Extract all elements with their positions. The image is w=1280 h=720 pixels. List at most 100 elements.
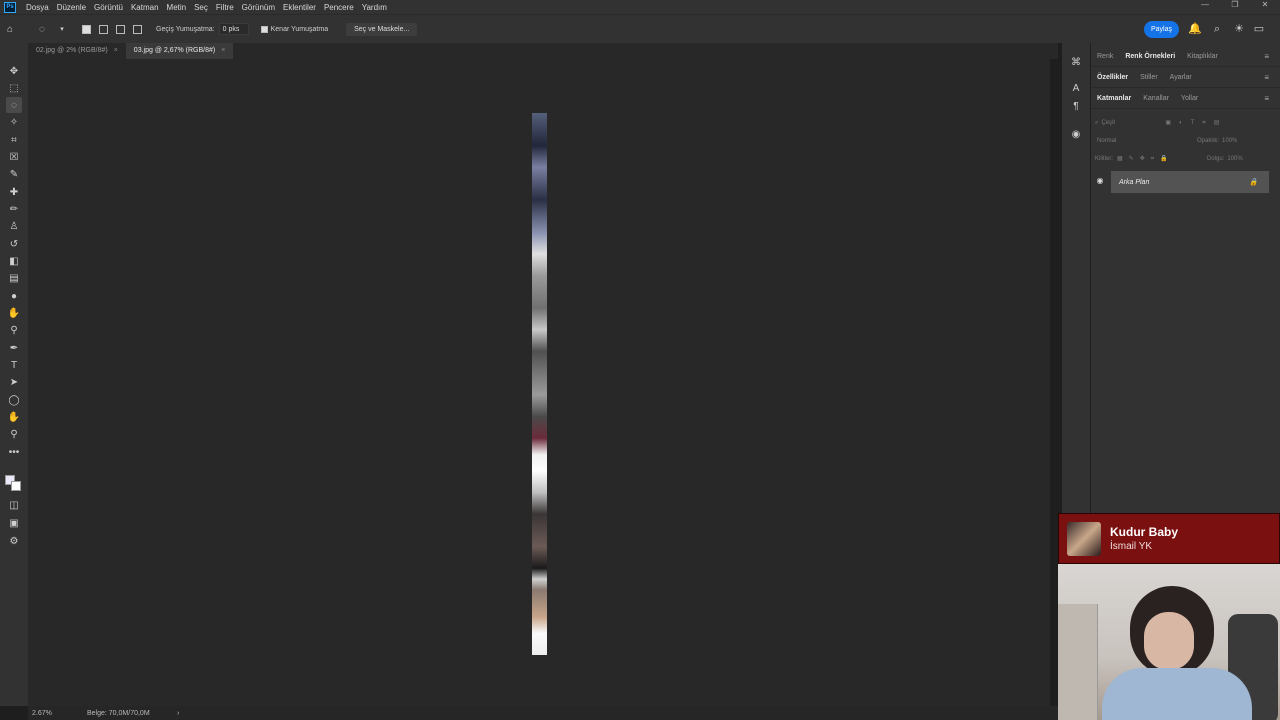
dodge-tool-icon[interactable]: ✋ [6,305,22,321]
share-button[interactable]: Paylaş [1144,21,1179,38]
screen-mode-icon[interactable]: ▣ [6,515,22,531]
menu-metin[interactable]: Metin [163,3,191,12]
paragraph-panel-icon[interactable]: ¶ [1069,101,1083,115]
bell-icon[interactable]: 🔔 [1188,22,1202,36]
menu-sec[interactable]: Seç [190,3,212,12]
panel-icon-strip: ⌘ A ¶ ◉ [1062,43,1090,523]
eye-icon[interactable]: ◉ [1094,176,1106,188]
feather-input[interactable]: 0 pks [218,23,249,35]
select-and-mask-button[interactable]: Seç ve Maskele... [346,22,418,36]
magic-wand-icon[interactable]: ✧ [6,114,22,130]
zoom-tool-icon[interactable]: ⚲ [6,426,22,442]
history-panel-icon[interactable]: ⌘ [1069,57,1083,71]
type-tool-icon[interactable]: T [6,357,22,373]
canvas-area[interactable] [28,59,1050,706]
chevron-down-icon[interactable]: ▾ [54,21,70,37]
menu-gorunum[interactable]: Görünüm [238,3,279,12]
background-color-swatch[interactable] [11,481,21,491]
fill-value[interactable]: 100% [1227,156,1242,162]
home-icon[interactable]: ⌂ [2,21,18,37]
move-tool-icon[interactable]: ✥ [6,63,22,79]
panel-menu-icon[interactable]: ≡ [1258,73,1275,82]
document-image[interactable] [532,113,547,655]
webcam-person-body [1102,668,1252,720]
status-bar: 2.67% Belge: 70,0M/70,0M › [28,706,1058,720]
tab-02-jpg[interactable]: 02.jpg @ 2% (RGB/8#) × [28,43,126,59]
frame-tool-icon[interactable]: ☒ [6,149,22,165]
panel-menu-icon[interactable]: ≡ [1258,52,1275,61]
hand-tool-icon[interactable]: ✋ [6,409,22,425]
close-button[interactable]: ✕ [1250,0,1280,9]
menu-dosya[interactable]: Dosya [22,3,53,12]
filter-icons[interactable]: ▣◐T⌗▤ [1165,119,1227,127]
edit-toolbar-icon[interactable]: ⚙ [6,533,22,549]
tab-yollar[interactable]: Yollar [1175,95,1204,102]
history-brush-icon[interactable]: ↺ [6,236,22,252]
menu-pencere[interactable]: Pencere [320,3,358,12]
lock-row: Kilitler: ▦✎✥⌗🔒 Dolgu: 100% [1095,152,1275,166]
menu-goruntu[interactable]: Görüntü [90,3,127,12]
marquee-tool-icon[interactable]: ⬚ [6,80,22,96]
layer-filter-select[interactable]: Çeşit [1101,120,1161,126]
window-controls: — ❐ ✕ [1190,0,1280,9]
eraser-tool-icon[interactable]: ◧ [6,253,22,269]
layers-panel-tabs: Katmanlar Kanallar Yollar ≡ [1091,89,1280,109]
menu-katman[interactable]: Katman [127,3,163,12]
intersect-selection-icon[interactable] [133,24,142,34]
document-tabs: 02.jpg @ 2% (RGB/8#) × 03.jpg @ 2,67% (RG… [28,43,1058,59]
eyedropper-icon[interactable]: ✎ [6,166,22,182]
pen-tool-icon[interactable]: ✒ [6,340,22,356]
menu-duzenle[interactable]: Düzenle [53,3,90,12]
menu-eklentiler[interactable]: Eklentiler [279,3,320,12]
zoom-level[interactable]: 2.67% [32,710,82,717]
tab-kanallar[interactable]: Kanallar [1137,95,1175,102]
tab-stiller[interactable]: Stiller [1134,74,1164,81]
blur-tool-icon[interactable]: ● [6,288,22,304]
antialias-checkbox[interactable] [260,25,268,33]
song-artist: İsmail YK [1110,541,1153,552]
subtract-selection-icon[interactable] [116,24,125,34]
crop-tool-icon[interactable]: ⌗ [6,132,22,148]
menu-filtre[interactable]: Filtre [212,3,238,12]
tab-renk[interactable]: Renk [1091,53,1119,60]
tab-katmanlar[interactable]: Katmanlar [1091,95,1137,102]
tab-ozellikler[interactable]: Özellikler [1091,74,1134,81]
tab-close-icon[interactable]: × [114,47,118,54]
path-selection-icon[interactable]: ➤ [6,374,22,390]
maximize-button[interactable]: ❐ [1220,0,1250,9]
healing-brush-icon[interactable]: ✚ [6,184,22,200]
shape-tool-icon[interactable]: ◯ [6,392,22,408]
minimize-button[interactable]: — [1190,0,1220,9]
stamp-tool-icon[interactable]: ♙ [6,218,22,234]
tab-label: 03.jpg @ 2,67% (RGB/8#) [133,47,216,54]
tools-panel: ✥ ⬚ ◌ ✧ ⌗ ☒ ✎ ✚ ✏ ♙ ↺ ◧ ▤ ● ✋ ⚲ ✒ T ➤ ◯ … [0,43,28,706]
character-panel-icon[interactable]: A [1069,83,1083,97]
fill-label: Dolgu: [1207,156,1225,162]
bulb-icon[interactable]: ☀ [1232,22,1246,36]
tab-03-jpg[interactable]: 03.jpg @ 2,67% (RGB/8#) × [125,43,234,59]
burn-tool-icon[interactable]: ⚲ [6,322,22,338]
gradient-tool-icon[interactable]: ▤ [6,270,22,286]
status-arrow-icon[interactable]: › [177,710,179,717]
lasso-tool-icon[interactable]: ◌ [6,97,22,113]
glyphs-panel-icon[interactable]: ◉ [1069,129,1083,143]
workspace-icon[interactable]: ▭ [1252,22,1266,36]
brush-tool-icon[interactable]: ✏ [6,201,22,217]
panel-menu-icon[interactable]: ≡ [1258,94,1275,103]
lasso-tool-icon[interactable]: ◌ [34,21,50,37]
menu-yardim[interactable]: Yardım [358,3,391,12]
now-playing-overlay: Kudur Baby İsmail YK [1058,513,1280,564]
blend-mode-select[interactable]: Normal [1097,138,1197,144]
tab-renk-ornekleri[interactable]: Renk Örnekleri [1119,53,1181,60]
search-icon[interactable]: ⌕ [1210,22,1224,36]
lock-icons[interactable]: ▦✎✥⌗🔒 [1117,155,1207,163]
tab-kitapliklar[interactable]: Kitaplıklar [1181,53,1224,60]
quick-mask-icon[interactable]: ◫ [6,497,22,513]
layer-row-background[interactable]: Arka Plan 🔒 [1111,171,1269,193]
opacity-value[interactable]: 100% [1222,138,1237,144]
new-selection-icon[interactable] [82,24,91,34]
more-tools-icon[interactable]: ••• [6,444,22,460]
tab-close-icon[interactable]: × [221,47,225,54]
tab-ayarlar[interactable]: Ayarlar [1164,74,1198,81]
add-selection-icon[interactable] [99,24,108,34]
